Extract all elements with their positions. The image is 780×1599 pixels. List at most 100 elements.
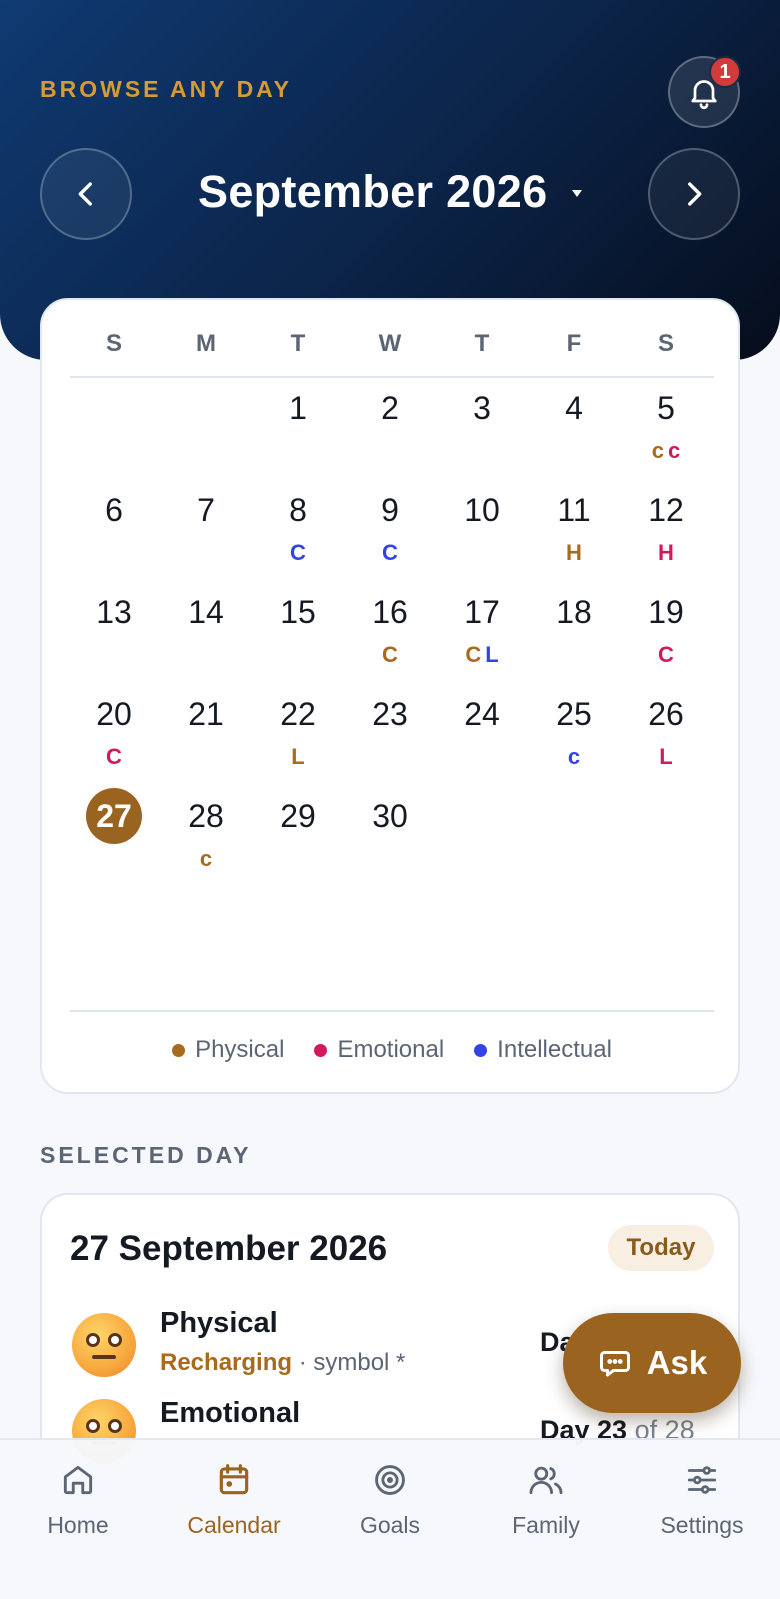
day-cycle-markers: CL [436, 642, 528, 668]
legend-divider [70, 1010, 714, 1012]
day-cycle-markers: C [68, 744, 160, 770]
cycle-marker-physical: c [651, 438, 664, 463]
calendar-legend: Physical Emotional Intellectual [42, 1036, 742, 1064]
cycle-status-physical: Recharging · symbol * [160, 1349, 405, 1377]
cycle-marker-emotional: c [668, 438, 681, 463]
weekday-label: S [105, 330, 122, 357]
ask-label: Ask [646, 1344, 708, 1381]
calendar-day[interactable]: 3 [436, 390, 528, 427]
calendar-day[interactable]: 13 [68, 594, 160, 631]
calendar-day[interactable]: 29 [252, 798, 344, 835]
cycle-label-emotional: Emotional [160, 1397, 301, 1429]
weekday-label: T [474, 330, 490, 357]
legend-label: Physical [195, 1036, 285, 1063]
tab-home[interactable]: Home [0, 1460, 156, 1539]
calendar-day[interactable]: 22 [252, 696, 344, 733]
tab-family[interactable]: Family [468, 1460, 624, 1539]
calendar-card: Physical Emotional Intellectual S M T W T F S 1… [40, 298, 740, 1094]
month-title[interactable]: September 2026 [198, 166, 547, 218]
calendar-day[interactable]: 8 [252, 492, 344, 529]
chevron-right-icon [688, 182, 702, 206]
weekday-label: S [657, 330, 674, 357]
target-icon [375, 1465, 405, 1495]
legend-intellectual: Intellectual [474, 1036, 612, 1064]
people-icon [529, 1466, 563, 1495]
tab-label: Home [47, 1512, 109, 1538]
next-month-button[interactable] [648, 148, 740, 240]
legend-label: Emotional [337, 1036, 445, 1063]
calendar-day[interactable]: 23 [344, 696, 436, 733]
calendar-day[interactable]: 10 [436, 492, 528, 529]
calendar-day[interactable]: 6 [68, 492, 160, 529]
tab-label: Calendar [187, 1512, 281, 1538]
bottom-tab-bar: Home Calendar Goals Family Settings [0, 1438, 780, 1599]
calendar-day[interactable]: 21 [160, 696, 252, 733]
calendar-day[interactable]: 9 [344, 492, 436, 529]
home-icon [63, 1465, 93, 1495]
weekday-label: W [378, 330, 402, 357]
calendar-day[interactable]: 28 [160, 798, 252, 835]
status-text: Recharging [160, 1349, 293, 1376]
calendar-day[interactable]: 25 [528, 696, 620, 733]
day-cycle-markers: L [620, 744, 712, 770]
calendar-day[interactable]: 11 [528, 492, 620, 529]
calendar-day[interactable]: 17 [436, 594, 528, 631]
calendar-day[interactable]: 19 [620, 594, 712, 631]
eyebrow-label: BROWSE ANY DAY [40, 76, 293, 102]
calendar-day[interactable]: 30 [344, 798, 436, 835]
notification-badge: 1 [709, 56, 741, 88]
cycle-marker-physical: c [199, 846, 213, 871]
cycle-marker-intellectual: C [382, 540, 398, 565]
calendar-day[interactable]: 4 [528, 390, 620, 427]
calendar-day[interactable]: 24 [436, 696, 528, 733]
tab-settings[interactable]: Settings [624, 1460, 780, 1539]
cycle-marker-emotional: C [658, 642, 674, 667]
today-badge: Today [608, 1225, 714, 1271]
calendar-day[interactable]: 5 [620, 390, 712, 427]
cycle-marker-intellectual: c [567, 744, 581, 769]
legend-label: Intellectual [497, 1036, 612, 1063]
calendar-day[interactable]: 18 [528, 594, 620, 631]
day-cycle-markers: L [252, 744, 344, 770]
calendar-day[interactable]: 14 [160, 594, 252, 631]
prev-month-button[interactable] [40, 148, 132, 240]
intellectual-dot-icon [474, 1043, 488, 1057]
cycle-marker-physical: C [465, 642, 482, 667]
day-cycle-markers: C [252, 540, 344, 566]
ask-button[interactable]: Ask [563, 1313, 741, 1413]
legend-emotional: Emotional [314, 1036, 444, 1064]
neutral-face-icon [72, 1313, 136, 1377]
cycle-marker-emotional: L [659, 744, 673, 769]
calendar-day[interactable]: 2 [344, 390, 436, 427]
calendar-day[interactable]: 16 [344, 594, 436, 631]
cycle-label-physical: Physical [160, 1307, 278, 1339]
caret-down-icon[interactable] [572, 190, 582, 197]
calendar-day[interactable]: 7 [160, 492, 252, 529]
day-cycle-markers: C [620, 642, 712, 668]
weekday-label: F [566, 330, 582, 357]
day-cycle-markers: C [344, 540, 436, 566]
cycle-marker-physical: C [382, 642, 398, 667]
weekday-divider [70, 376, 714, 378]
cycle-marker-physical: H [566, 540, 582, 565]
calendar-day[interactable]: 15 [252, 594, 344, 631]
calendar-day[interactable]: 12 [620, 492, 712, 529]
cycle-marker-physical: L [291, 744, 305, 769]
chat-bubble-icon [599, 1351, 630, 1377]
sliders-icon [687, 1466, 717, 1494]
day-cycle-markers: H [620, 540, 712, 566]
day-cycle-markers: H [528, 540, 620, 566]
legend-physical: Physical [172, 1036, 284, 1064]
calendar-day[interactable]: 1 [252, 390, 344, 427]
status-detail: · symbol * [292, 1349, 406, 1376]
calendar-day-today[interactable]: 27 [86, 788, 142, 844]
emotional-dot-icon [314, 1043, 328, 1057]
day-cycle-markers: cc [620, 438, 712, 464]
calendar-day[interactable]: 20 [68, 696, 160, 733]
cycle-marker-emotional: C [106, 744, 122, 769]
tab-label: Settings [660, 1512, 744, 1538]
calendar-day[interactable]: 26 [620, 696, 712, 733]
cycle-marker-intellectual: C [290, 540, 306, 565]
tab-goals[interactable]: Goals [312, 1460, 468, 1539]
tab-calendar[interactable]: Calendar [156, 1460, 312, 1539]
